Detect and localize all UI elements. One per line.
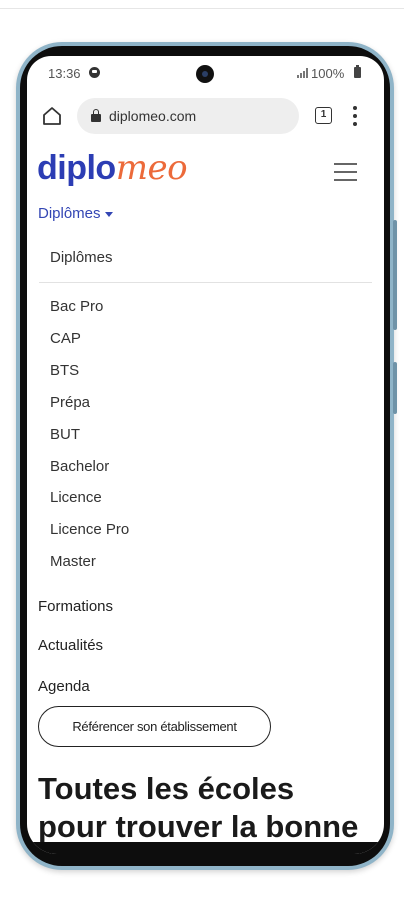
url-text: diplomeo.com: [109, 108, 197, 124]
front-camera: [196, 65, 214, 83]
hamburger-menu-icon[interactable]: [334, 163, 357, 181]
dropdown-item-prepa[interactable]: Prépa: [50, 394, 90, 411]
nav-link-formations[interactable]: Formations: [38, 598, 113, 615]
status-time: 13:36: [48, 66, 81, 81]
tabs-count-icon[interactable]: 1: [315, 107, 332, 124]
signal-icon: [297, 68, 309, 78]
logo-text-part1: diplo: [37, 149, 116, 187]
home-icon[interactable]: [41, 105, 63, 127]
referencer-etablissement-button[interactable]: Référencer son établissement: [38, 706, 271, 747]
battery-percent: 100%: [311, 66, 345, 81]
phone-screen: 13:36 100% diplomeo.com 1 diplomeo Diplô…: [27, 56, 384, 854]
battery-icon: [354, 65, 361, 78]
nav-link-agenda[interactable]: Agenda: [38, 678, 90, 695]
dropdown-item-but[interactable]: BUT: [50, 426, 80, 443]
dropdown-item-bac-pro[interactable]: Bac Pro: [50, 298, 103, 315]
hero-line-2: pour trouver la bonne: [38, 809, 359, 844]
dropdown-item-cap[interactable]: CAP: [50, 330, 81, 347]
caret-down-icon: [104, 211, 113, 217]
status-bar: 13:36 100%: [27, 56, 384, 90]
dropdown-divider: [39, 282, 372, 283]
message-notification-icon: [89, 67, 100, 78]
more-menu-icon[interactable]: [352, 106, 358, 126]
diplomes-dropdown-toggle[interactable]: Diplômes: [38, 205, 113, 222]
dropdown-item-bts[interactable]: BTS: [50, 362, 79, 379]
dropdown-toggle-label: Diplômes: [38, 205, 101, 222]
url-bar[interactable]: diplomeo.com: [77, 98, 299, 134]
nav-link-actualites[interactable]: Actualités: [38, 637, 103, 654]
dropdown-item-licence[interactable]: Licence: [50, 489, 102, 506]
logo-text-part2: meo: [115, 148, 188, 188]
hero-heading: Toutes les écoles pour trouver la bonne: [38, 770, 383, 846]
dropdown-item-diplomes[interactable]: Diplômes: [50, 249, 113, 266]
site-logo[interactable]: diplomeo: [37, 148, 188, 188]
lock-icon: [91, 109, 101, 122]
dropdown-item-master[interactable]: Master: [50, 553, 96, 570]
dropdown-item-bachelor[interactable]: Bachelor: [50, 458, 109, 475]
dropdown-item-licence-pro[interactable]: Licence Pro: [50, 521, 129, 538]
volume-button: [393, 220, 397, 330]
power-button: [393, 362, 397, 414]
top-divider: [0, 8, 404, 9]
hero-line-1: Toutes les écoles: [38, 771, 295, 806]
browser-toolbar: diplomeo.com 1: [27, 92, 384, 140]
screen-bottom-bezel: [27, 842, 384, 854]
